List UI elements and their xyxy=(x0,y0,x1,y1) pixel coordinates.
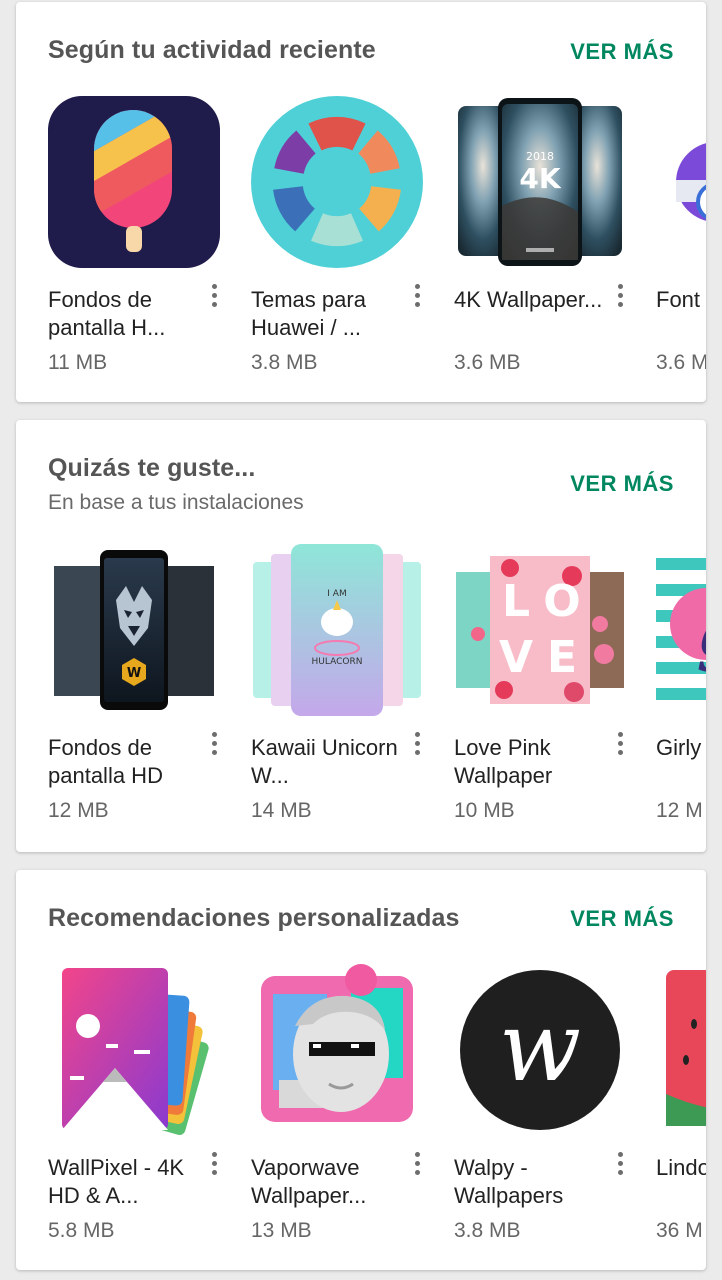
app-card[interactable]: g Girly Wallp 12 M xyxy=(656,544,706,844)
i-am-label: I AM xyxy=(327,589,346,599)
app-card[interactable]: Vaporwave Wallpaper... 13 MB xyxy=(251,964,431,1264)
section-title: Recomendaciones personalizadas xyxy=(48,904,460,932)
app-name: Font Mana xyxy=(656,287,701,312)
app-size: 36 M xyxy=(656,1219,703,1242)
app-size: 13 MB xyxy=(251,1219,312,1242)
app-size: 5.8 MB xyxy=(48,1219,115,1242)
see-more-button[interactable]: VER MÁS xyxy=(570,906,674,932)
app-size: 12 MB xyxy=(48,799,109,822)
app-card[interactable]: Fondos de pantalla H... 11 MB xyxy=(48,96,228,396)
app-size: 10 MB xyxy=(454,799,515,822)
app-name: Girly Wallp xyxy=(656,735,702,760)
4k-label: 4K xyxy=(519,162,561,195)
wolf-phone-icon: W xyxy=(48,544,220,716)
app-name: Lindo fond xyxy=(656,1155,706,1180)
app-card[interactable]: I AM HULACORN Kawaii Unicorn W... 14 MB xyxy=(251,544,431,844)
overflow-menu-icon[interactable] xyxy=(202,280,226,310)
app-card[interactable]: L O V E Love Pink Wallpaper 10 MB xyxy=(454,544,634,844)
phone-4k-icon: 2018 4K xyxy=(454,96,626,268)
app-name: WallPixel - 4K HD & A... xyxy=(48,1155,185,1208)
overflow-menu-icon[interactable] xyxy=(608,728,632,758)
app-name: Temas para Huawei / ... xyxy=(251,287,366,340)
love-letter-o: O xyxy=(543,576,580,627)
app-size: 3.8 MB xyxy=(454,1219,521,1242)
app-name: Fondos de pantalla H... xyxy=(48,287,166,340)
app-name: Love Pink Wallpaper xyxy=(454,735,553,788)
love-letter-l: L xyxy=(502,576,530,627)
girly-stripes-icon: g xyxy=(656,544,706,716)
app-size: 12 M xyxy=(656,799,703,822)
app-name: Kawaii Unicorn W... xyxy=(251,735,398,788)
vaporwave-statue-icon xyxy=(251,964,423,1136)
overflow-menu-icon[interactable] xyxy=(405,280,429,310)
overflow-menu-icon[interactable] xyxy=(202,728,226,758)
section-title: Según tu actividad reciente xyxy=(48,36,376,64)
app-name: Walpy - Wallpapers xyxy=(454,1155,564,1208)
app-card[interactable]: Font Mana 3.6 M xyxy=(656,96,706,396)
app-card[interactable]: 2018 4K 4K Wallpaper... 3.6 MB xyxy=(454,96,634,396)
section-card-personalized: Recomendaciones personalizadas VER MÁS W… xyxy=(16,870,706,1270)
walpy-w-icon: w xyxy=(454,964,626,1136)
color-ring-icon xyxy=(251,96,423,268)
app-card[interactable]: WallPixel - 4K HD & A... 5.8 MB xyxy=(48,964,228,1264)
app-name: Vaporwave Wallpaper... xyxy=(251,1155,367,1208)
font-manager-icon xyxy=(656,96,706,268)
popsicle-icon xyxy=(48,96,220,268)
girly-letter: g xyxy=(696,589,706,673)
section-card-recent-activity: Según tu actividad reciente VER MÁS Fond… xyxy=(16,2,706,402)
walpy-letter: w xyxy=(499,991,581,1103)
love-roses-icon: L O V E xyxy=(454,544,626,716)
unicorn-phone-icon: I AM HULACORN xyxy=(251,544,423,716)
app-size: 3.8 MB xyxy=(251,351,318,374)
app-size: 3.6 MB xyxy=(454,351,521,374)
love-letter-v: V xyxy=(499,632,533,683)
app-size: 3.6 M xyxy=(656,351,706,374)
hulacorn-label: HULACORN xyxy=(312,657,363,667)
overflow-menu-icon[interactable] xyxy=(608,1148,632,1178)
app-card[interactable]: w Walpy - Wallpapers 3.8 MB xyxy=(454,964,634,1264)
overflow-menu-icon[interactable] xyxy=(608,280,632,310)
overflow-menu-icon[interactable] xyxy=(405,728,429,758)
see-more-button[interactable]: VER MÁS xyxy=(570,39,674,65)
app-card[interactable]: Lindo fond 36 M xyxy=(656,964,706,1264)
app-card[interactable]: Temas para Huawei / ... 3.8 MB xyxy=(251,96,431,396)
love-letter-e: E xyxy=(547,632,577,683)
overflow-menu-icon[interactable] xyxy=(405,1148,429,1178)
see-more-button[interactable]: VER MÁS xyxy=(570,471,674,497)
wallpixel-icon xyxy=(48,964,220,1136)
section-title: Quizás te guste... xyxy=(48,454,256,482)
watermelon-icon xyxy=(656,964,706,1136)
section-card-you-might-like: Quizás te guste... En base a tus instala… xyxy=(16,420,706,852)
app-name: Fondos de pantalla HD xyxy=(48,735,163,788)
section-subtitle: En base a tus instalaciones xyxy=(48,491,304,514)
app-name: 4K Wallpaper... xyxy=(454,287,603,312)
app-size: 14 MB xyxy=(251,799,312,822)
app-size: 11 MB xyxy=(48,351,108,374)
overflow-menu-icon[interactable] xyxy=(202,1148,226,1178)
w-badge-label: W xyxy=(127,666,141,681)
app-card[interactable]: W Fondos de pantalla HD 12 MB xyxy=(48,544,228,844)
